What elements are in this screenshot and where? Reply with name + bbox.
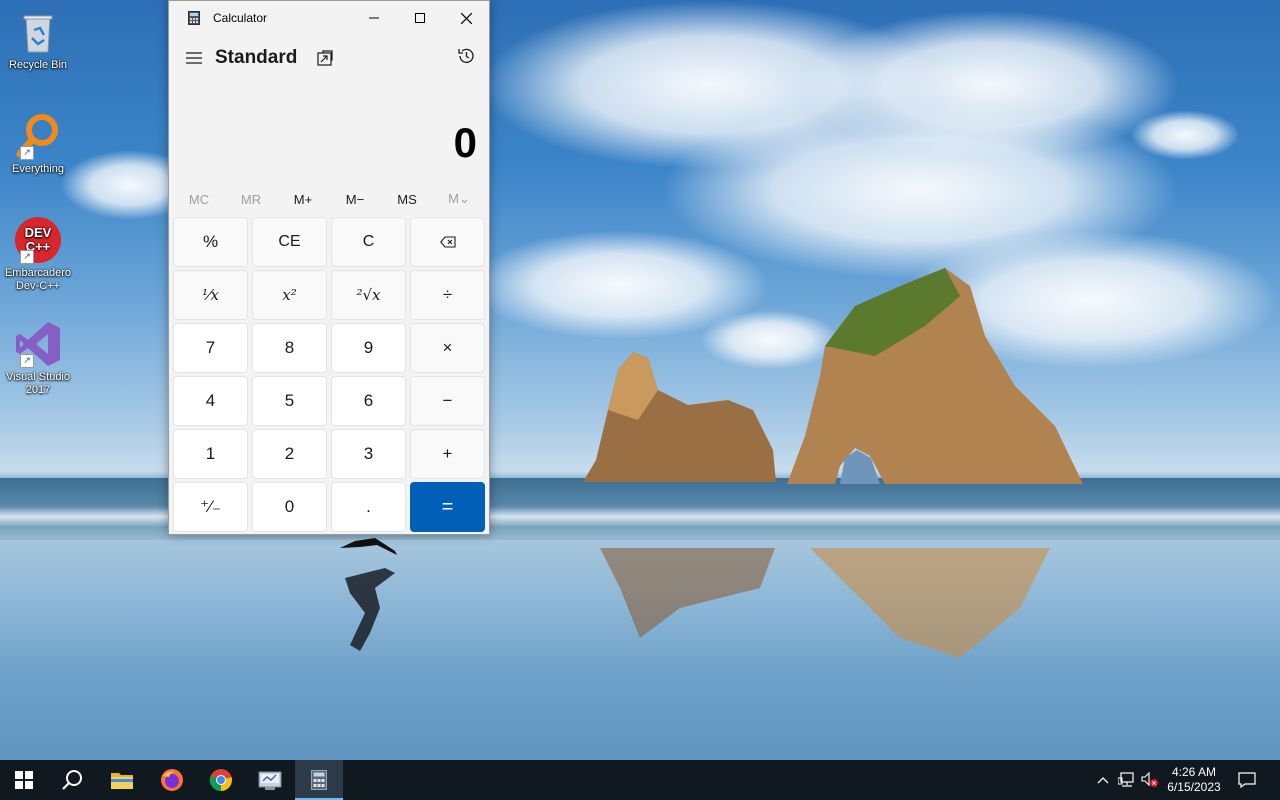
memory-subtract-button[interactable]: M− xyxy=(329,183,381,215)
taskbar-clock[interactable]: 4:26 AM 6/15/2023 xyxy=(1158,760,1230,800)
volume-control[interactable] xyxy=(1140,760,1160,800)
start-button[interactable] xyxy=(0,760,48,800)
taskbar-firefox[interactable] xyxy=(148,760,196,800)
digit-0-button[interactable]: 0 xyxy=(252,482,327,532)
taskbar-app[interactable] xyxy=(246,760,294,800)
svg-text:DEV: DEV xyxy=(25,225,52,240)
clear-entry-button[interactable]: CE xyxy=(252,217,327,267)
history-icon[interactable] xyxy=(457,47,475,65)
result-display: 0 xyxy=(169,81,489,183)
desktop-icon-label: Recycle Bin xyxy=(8,59,68,71)
navigation-menu-icon[interactable] xyxy=(185,52,203,64)
keep-on-top-icon[interactable] xyxy=(317,50,333,66)
search-button[interactable] xyxy=(48,760,96,800)
equals-button[interactable]: = xyxy=(410,482,485,532)
minimize-icon xyxy=(369,17,379,19)
subtract-button[interactable]: − xyxy=(410,376,485,426)
everything-search-icon: ↗ xyxy=(14,112,62,160)
volume-muted-icon xyxy=(1141,772,1158,787)
network-icon xyxy=(1118,772,1134,787)
desktop-icon-label: Visual Studio 2017 xyxy=(5,371,70,396)
digit-5-button[interactable]: 5 xyxy=(252,376,327,426)
shortcut-arrow-icon: ↗ xyxy=(20,146,34,160)
recycle-bin-icon xyxy=(14,8,62,56)
chevron-up-icon xyxy=(1097,777,1109,784)
firefox-icon xyxy=(161,769,183,791)
desktop-icon-label: Embarcadero Dev-C++ xyxy=(4,267,72,292)
start-icon xyxy=(15,771,33,789)
decimal-button[interactable]: . xyxy=(331,482,406,532)
percent-button[interactable]: % xyxy=(173,217,248,267)
taskbar-chrome[interactable] xyxy=(197,760,245,800)
digit-1-button[interactable]: 1 xyxy=(173,429,248,479)
devcpp-icon: DEV C++ ↗ xyxy=(14,216,62,264)
display-value: 0 xyxy=(453,119,477,166)
clear-button[interactable]: C xyxy=(331,217,406,267)
digit-4-button[interactable]: 4 xyxy=(173,376,248,426)
maximize-icon xyxy=(415,13,425,23)
title-bar[interactable]: Calculator xyxy=(169,1,489,35)
divide-button[interactable]: ÷ xyxy=(410,270,485,320)
reciprocal-button[interactable]: ¹⁄x xyxy=(173,270,248,320)
square-root-button[interactable]: ²√x xyxy=(331,270,406,320)
square-button[interactable]: x² xyxy=(252,270,327,320)
maximize-button[interactable] xyxy=(397,1,443,35)
memory-add-button[interactable]: M+ xyxy=(277,183,329,215)
backspace-icon xyxy=(439,236,456,248)
digit-9-button[interactable]: 9 xyxy=(331,323,406,373)
square-label: x² xyxy=(282,286,297,304)
desktop-icon-devcpp[interactable]: DEV C++ ↗ Embarcadero Dev-C++ xyxy=(0,216,76,293)
square-root-label: ²√x xyxy=(356,286,381,304)
memory-row: MC MR M+ M− MS M⌄ xyxy=(169,183,489,215)
desktop-icon-visual-studio[interactable]: ↗ Visual Studio 2017 xyxy=(0,320,76,397)
calculator-app-icon xyxy=(188,11,200,25)
network-status[interactable] xyxy=(1116,760,1138,800)
minimize-button[interactable] xyxy=(351,1,397,35)
file-explorer-icon xyxy=(111,773,133,789)
digit-3-button[interactable]: 3 xyxy=(331,429,406,479)
memory-store-button[interactable]: MS xyxy=(381,183,433,215)
shortcut-arrow-icon: ↗ xyxy=(20,250,34,264)
desktop-icon-label: Everything xyxy=(12,163,64,175)
calculator-window: Calculator Standard 0 MC MR M+ M− MS M⌄ … xyxy=(168,0,490,535)
clock-time: 4:26 AM xyxy=(1171,765,1217,779)
search-icon xyxy=(62,770,82,790)
digit-7-button[interactable]: 7 xyxy=(173,323,248,373)
negate-button[interactable]: ⁺⁄₋ xyxy=(173,482,248,532)
notification-icon xyxy=(1238,772,1256,788)
digit-8-button[interactable]: 8 xyxy=(252,323,327,373)
taskbar: 4:26 AM 6/15/2023 xyxy=(0,760,1280,800)
digit-2-button[interactable]: 2 xyxy=(252,429,327,479)
desktop-icon-everything[interactable]: ↗ Everything xyxy=(0,112,76,176)
visual-studio-icon: ↗ xyxy=(14,320,62,368)
window-title: Calculator xyxy=(213,11,268,25)
calculator-icon xyxy=(311,770,327,790)
add-button[interactable]: + xyxy=(410,429,485,479)
calculator-header: Standard xyxy=(169,35,489,81)
action-center-button[interactable] xyxy=(1232,760,1262,800)
close-icon xyxy=(460,12,472,24)
memory-clear-button[interactable]: MC xyxy=(173,183,225,215)
memory-recall-button[interactable]: MR xyxy=(225,183,277,215)
reciprocal-label: ¹⁄x xyxy=(202,286,219,304)
backspace-button[interactable] xyxy=(410,217,485,267)
close-button[interactable] xyxy=(443,1,489,35)
keypad: % CE C ¹⁄x x² ²√x ÷ 7 8 9 × 4 5 6 − 1 2 … xyxy=(169,215,489,532)
clock-date: 6/15/2023 xyxy=(1167,780,1221,794)
taskbar-file-explorer[interactable] xyxy=(98,760,146,800)
mode-title: Standard xyxy=(215,47,298,68)
app-icon xyxy=(258,771,282,790)
memory-list-button[interactable]: M⌄ xyxy=(433,183,485,215)
chrome-icon xyxy=(209,769,232,792)
show-hidden-icons-button[interactable] xyxy=(1094,760,1112,800)
digit-6-button[interactable]: 6 xyxy=(331,376,406,426)
desktop-icon-recycle-bin[interactable]: Recycle Bin xyxy=(0,8,76,72)
taskbar-calculator[interactable] xyxy=(295,760,343,800)
multiply-button[interactable]: × xyxy=(410,323,485,373)
shortcut-arrow-icon: ↗ xyxy=(20,354,34,368)
